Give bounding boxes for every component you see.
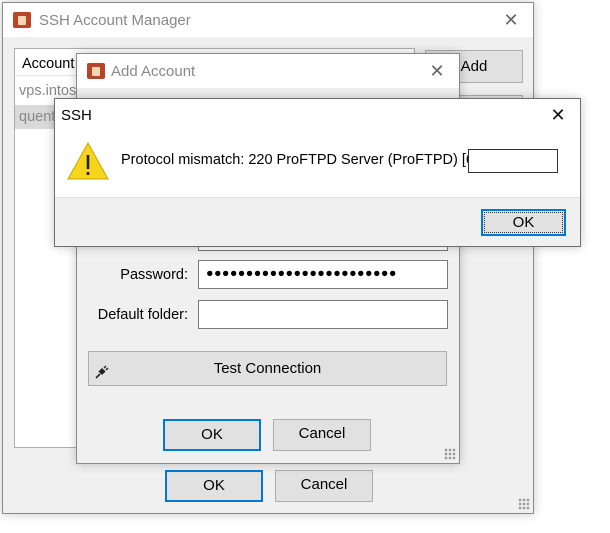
cancel-button[interactable]: Cancel <box>275 470 373 502</box>
padlock-app-icon <box>13 12 31 28</box>
resize-grip[interactable] <box>444 448 456 460</box>
padlock-app-icon <box>87 63 105 79</box>
close-icon[interactable]: ✕ <box>489 3 533 37</box>
error-message: Protocol mismatch: 220 ProFTPD Server (P… <box>121 152 474 168</box>
manager-titlebar: SSH Account Manager ✕ <box>3 3 533 37</box>
account-name: vps.intos <box>19 83 77 99</box>
add-account-title: Add Account <box>111 63 196 80</box>
test-connection-button[interactable]: Test Connection <box>88 351 447 386</box>
ok-button[interactable]: OK <box>163 419 261 451</box>
password-label: Password: <box>120 267 188 283</box>
test-connection-label: Test Connection <box>213 360 322 377</box>
manager-title: SSH Account Manager <box>39 12 191 29</box>
cancel-button[interactable]: Cancel <box>273 419 371 451</box>
plug-icon <box>95 361 109 379</box>
default-folder-field[interactable] <box>198 300 448 329</box>
close-icon[interactable]: ✕ <box>415 54 459 88</box>
ok-button[interactable]: OK <box>165 470 263 502</box>
account-name: quent <box>19 109 56 125</box>
redacted-box <box>468 149 558 173</box>
ssh-dialog-titlebar: SSH ✕ <box>55 99 580 131</box>
ssh-dialog-title: SSH <box>61 107 92 124</box>
resize-grip[interactable] <box>518 498 530 510</box>
default-folder-label: Default folder: <box>97 307 188 323</box>
dialog-button-bar: OK <box>55 197 580 246</box>
password-field[interactable]: ●●●●●●●●●●●●●●●●●●●●●●●● <box>198 260 448 289</box>
add-account-titlebar: Add Account ✕ <box>77 54 459 88</box>
account-column-label: Account <box>22 56 75 72</box>
ssh-message-dialog: SSH ✕ Protocol mismatch: 220 ProFTPD Ser… <box>54 98 581 247</box>
close-icon[interactable]: ✕ <box>536 99 580 131</box>
ok-button[interactable]: OK <box>481 209 566 236</box>
warning-triangle-icon <box>67 141 109 181</box>
password-value: ●●●●●●●●●●●●●●●●●●●●●●●● <box>206 266 397 280</box>
